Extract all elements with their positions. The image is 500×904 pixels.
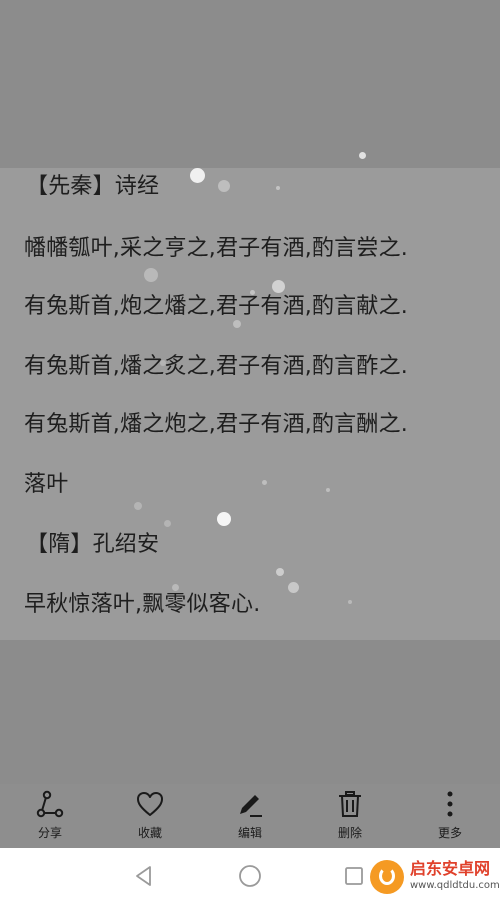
nav-back-button[interactable] (130, 862, 158, 890)
trash-icon (334, 788, 366, 820)
watermark-url: www.qdldtdu.com (410, 880, 500, 891)
recent-square-icon (345, 867, 363, 885)
delete-button[interactable]: 删除 (310, 784, 390, 848)
more-vertical-icon (434, 788, 466, 820)
favorite-label: 收藏 (137, 826, 162, 840)
pencil-icon (234, 788, 266, 820)
note-line-2: 幡幡瓠叶,采之亨之,君子有酒,酌言尝之. (24, 236, 408, 261)
watermark-logo-icon (370, 860, 404, 894)
nav-recent-button[interactable] (340, 862, 368, 890)
note-action-toolbar: 分享 收藏 编辑 删除 更多 (0, 784, 500, 848)
favorite-button[interactable]: 收藏 (110, 784, 190, 848)
more-button[interactable]: 更多 (410, 784, 490, 848)
nav-home-button[interactable] (236, 862, 264, 890)
edit-button[interactable]: 编辑 (210, 784, 290, 848)
watermark-title: 启东安卓网 (410, 859, 491, 878)
note-line-1: 【先秦】诗经 (26, 174, 160, 199)
heart-icon (134, 788, 166, 820)
share-label: 分享 (37, 826, 62, 840)
note-line-6: 落叶 (24, 472, 69, 497)
note-line-5: 有兔斯首,燔之炮之,君子有酒,酌言酬之. (24, 412, 408, 437)
note-line-4: 有兔斯首,燔之炙之,君子有酒,酌言酢之. (24, 354, 408, 379)
note-line-8: 早秋惊落叶,飘零似客心. (24, 592, 261, 617)
more-label: 更多 (437, 826, 462, 840)
site-watermark: 启东安卓网 www.qdldtdu.com (370, 858, 500, 898)
back-triangle-icon (136, 866, 151, 886)
delete-label: 删除 (337, 826, 362, 840)
watermark-logo-mark (379, 867, 395, 885)
note-line-3: 有兔斯首,炮之燔之,君子有酒,酌言献之. (24, 294, 408, 319)
home-circle-icon (239, 865, 261, 887)
note-line-7: 【隋】孔绍安 (26, 532, 160, 557)
share-icon (34, 788, 66, 820)
share-button[interactable]: 分享 (10, 784, 90, 848)
edit-label: 编辑 (237, 826, 262, 840)
